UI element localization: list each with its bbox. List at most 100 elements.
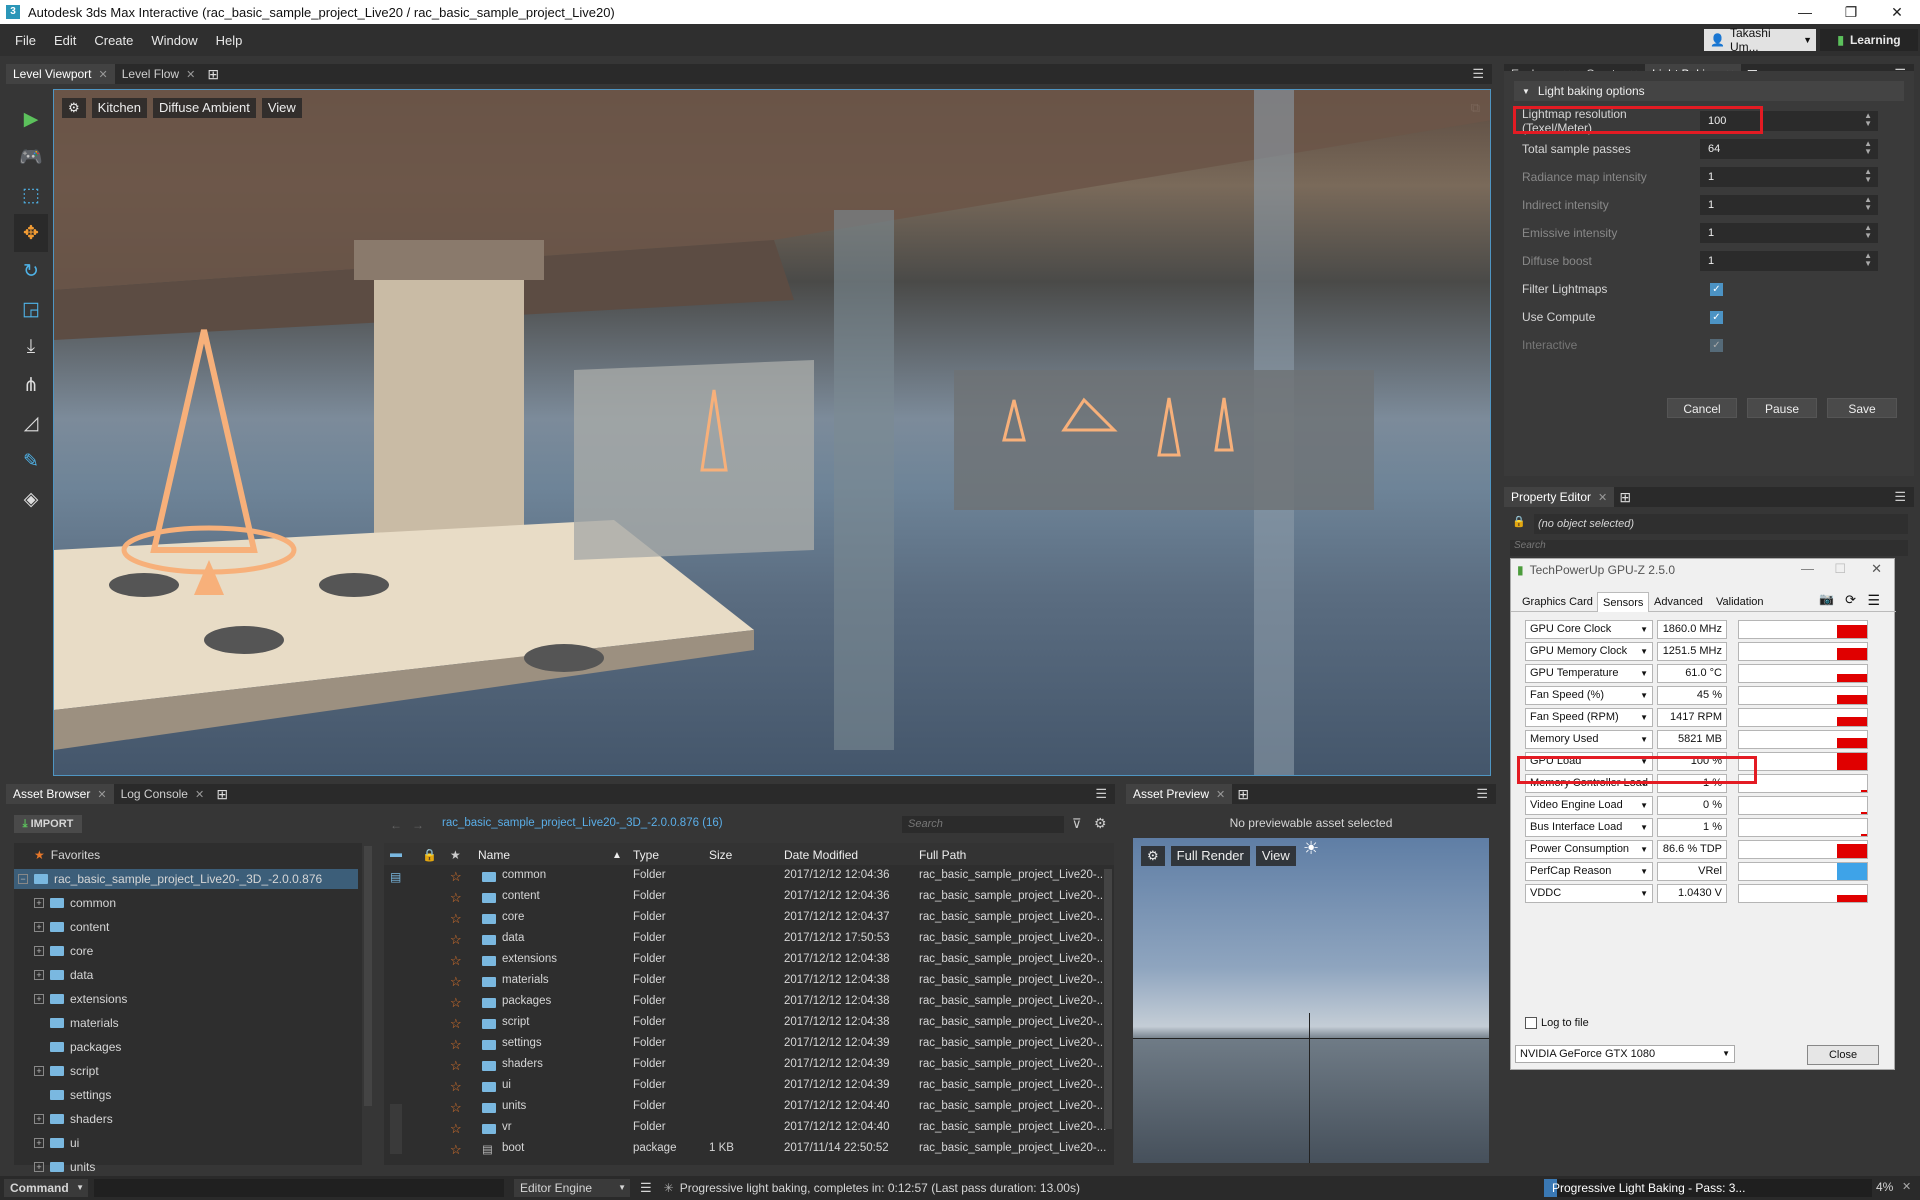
radiance-map-intensity-input[interactable]: 1 ▲ ▼ — [1700, 167, 1878, 187]
tree-item-units[interactable]: + units — [34, 1157, 95, 1177]
total-sample-passes-input[interactable]: 64 ▲ ▼ — [1700, 139, 1878, 159]
light-baking-section-header[interactable]: ▼ Light baking options — [1514, 81, 1904, 101]
close-icon[interactable]: ✕ — [186, 68, 195, 81]
expand-icon[interactable]: + — [34, 970, 44, 980]
expand-icon[interactable]: + — [34, 1114, 44, 1124]
asset-row[interactable]: ☆ packages Folder 2017/12/12 12:04:38 rac_ba… — [384, 992, 1184, 1013]
panel-menu-icon[interactable]: ☰ — [1476, 784, 1496, 804]
tree-item-extensions[interactable]: + extensions — [34, 989, 127, 1009]
close-icon[interactable]: ✕ — [1598, 491, 1607, 504]
asset-row[interactable]: ☆ common Folder 2017/12/12 12:04:36 rac_basi… — [384, 866, 1184, 887]
tree-item-materials[interactable]: materials — [34, 1013, 119, 1033]
menu-edit[interactable]: Edit — [45, 33, 85, 48]
sensor-name[interactable]: Power Consumption ▼ — [1525, 839, 1653, 859]
tab-level-viewport[interactable]: Level Viewport ✕ — [6, 64, 115, 84]
star-column-icon[interactable]: ★ — [450, 845, 461, 865]
tree-scrollbar[interactable] — [364, 846, 372, 1106]
favorite-star-icon[interactable]: ☆ — [450, 1016, 462, 1032]
preview-render[interactable]: ⚙ Full Render View ☀ — [1133, 838, 1489, 1163]
gear-icon[interactable]: ⚙ — [62, 98, 86, 118]
asset-search-input[interactable]: Search — [902, 816, 1064, 833]
tree-item-common[interactable]: + common — [34, 893, 116, 913]
tree-item-data[interactable]: + data — [34, 965, 93, 985]
engine-dropdown[interactable]: Editor Engine ▼ — [514, 1179, 630, 1197]
favorite-star-icon[interactable]: ☆ — [450, 974, 462, 990]
spinner-icon[interactable]: ▲ ▼ — [1864, 140, 1872, 156]
maximize-button[interactable]: ☐ — [1834, 561, 1846, 577]
import-button[interactable]: ⤓ IMPORT — [14, 815, 82, 833]
sensor-name[interactable]: GPU Core Clock ▼ — [1525, 619, 1653, 639]
expand-icon[interactable]: + — [34, 922, 44, 932]
sensor-name[interactable]: Video Engine Load ▼ — [1525, 795, 1653, 815]
favorite-star-icon[interactable]: ☆ — [450, 1037, 462, 1053]
add-tab-button[interactable]: ⊞ — [1614, 487, 1636, 507]
favorite-star-icon[interactable]: ☆ — [450, 890, 462, 906]
command-input[interactable] — [94, 1179, 504, 1197]
indirect-intensity-input[interactable]: 1 ▲ ▼ — [1700, 195, 1878, 215]
gamepad-icon[interactable]: 🎮 — [14, 138, 48, 176]
sensor-name[interactable]: VDDC ▼ — [1525, 883, 1653, 903]
scale-tool-icon[interactable]: ◲ — [14, 290, 48, 328]
add-tab-button[interactable]: ⊞ — [1232, 784, 1254, 804]
asset-row[interactable]: ☆ shaders Folder 2017/12/12 12:04:39 rac_bas… — [384, 1055, 1184, 1076]
tab-asset-preview[interactable]: Asset Preview ✕ — [1126, 784, 1233, 804]
expand-icon[interactable]: + — [34, 1138, 44, 1148]
user-account-dropdown[interactable]: 👤 Takashi Um... ▼ — [1704, 26, 1816, 54]
expand-icon[interactable]: + — [34, 898, 44, 908]
panel-menu-icon[interactable]: ☰ — [1095, 784, 1115, 804]
learning-button[interactable]: ▮ Learning — [1820, 29, 1918, 51]
cancel-button[interactable]: Cancel — [1667, 398, 1737, 418]
full-render-button[interactable]: Full Render — [1170, 846, 1250, 866]
favorite-star-icon[interactable]: ☆ — [450, 911, 462, 927]
menu-window[interactable]: Window — [142, 33, 206, 48]
pause-button[interactable]: Pause — [1747, 398, 1817, 418]
spinner-icon[interactable]: ▲ ▼ — [1864, 224, 1872, 240]
rotate-tool-icon[interactable]: ↻ — [14, 252, 48, 290]
asset-row[interactable]: ☆ core Folder 2017/12/12 12:04:37 rac_basic_… — [384, 908, 1184, 929]
tree-item-content[interactable]: + content — [34, 917, 109, 937]
menu-file[interactable]: File — [6, 33, 45, 48]
favorite-star-icon[interactable]: ☆ — [450, 1100, 462, 1116]
emissive-intensity-input[interactable]: 1 ▲ ▼ — [1700, 223, 1878, 243]
minimize-button[interactable]: — — [1782, 4, 1828, 20]
command-dropdown[interactable]: Command ▼ — [4, 1179, 88, 1197]
tree-item-settings[interactable]: settings — [34, 1085, 111, 1105]
interactive-checkbox[interactable]: ✓ — [1710, 338, 1723, 352]
add-tab-button[interactable]: ⊞ — [202, 64, 224, 84]
maximize-button[interactable]: ❐ — [1828, 4, 1874, 21]
asset-row[interactable]: ☆ materials Folder 2017/12/12 12:04:38 rac_b… — [384, 971, 1184, 992]
paint-tool-icon[interactable]: ✎ — [14, 442, 48, 480]
panel-menu-icon[interactable]: ☰ — [1894, 487, 1914, 507]
asset-row[interactable]: ☆ data Folder 2017/12/12 17:50:53 rac_basic_… — [384, 929, 1184, 950]
column-path[interactable]: Full Path — [919, 845, 966, 865]
tree-item-ui[interactable]: + ui — [34, 1133, 79, 1153]
spinner-icon[interactable]: ▲ ▼ — [1864, 112, 1872, 128]
property-search-input[interactable]: Search — [1510, 540, 1908, 556]
menu-help[interactable]: Help — [207, 33, 252, 48]
spinner-icon[interactable]: ▲ ▼ — [1864, 252, 1872, 268]
tab-advanced[interactable]: Advanced — [1649, 592, 1708, 612]
asset-row[interactable]: ☆ extensions Folder 2017/12/12 12:04:38 rac_… — [384, 950, 1184, 971]
close-button[interactable]: ✕ — [1874, 4, 1920, 21]
layers-icon[interactable]: ◈ — [14, 480, 48, 518]
expand-icon[interactable]: + — [34, 1066, 44, 1076]
expand-icon[interactable]: + — [34, 1162, 44, 1172]
thumbnail-size-slider[interactable] — [390, 1104, 402, 1154]
log-to-file-checkbox[interactable] — [1525, 1017, 1537, 1029]
gear-icon[interactable]: ⚙ — [1141, 846, 1165, 866]
tree-item-core[interactable]: + core — [34, 941, 93, 961]
expand-icon[interactable]: + — [34, 994, 44, 1004]
favorite-star-icon[interactable]: ☆ — [450, 1121, 462, 1137]
close-icon[interactable]: ✕ — [195, 788, 204, 801]
asset-row[interactable]: ☆ ▤ boot package 1 KB 2017/11/14 22:50:52 rac_… — [384, 1139, 1184, 1160]
column-date[interactable]: Date Modified — [784, 845, 858, 865]
tab-asset-browser[interactable]: Asset Browser ✕ — [6, 784, 114, 804]
gpu-select-dropdown[interactable]: NVIDIA GeForce GTX 1080 ▼ — [1515, 1045, 1735, 1063]
filter-icon[interactable]: ⊽ — [1072, 816, 1082, 832]
close-icon[interactable]: ✕ — [99, 68, 108, 81]
gpuz-close-button[interactable]: Close — [1807, 1045, 1879, 1065]
place-tool-icon[interactable]: ⤓ — [14, 328, 48, 366]
expand-icon[interactable]: + — [34, 946, 44, 956]
sensor-name[interactable]: Bus Interface Load ▼ — [1525, 817, 1653, 837]
sensor-name[interactable]: PerfCap Reason ▼ — [1525, 861, 1653, 881]
